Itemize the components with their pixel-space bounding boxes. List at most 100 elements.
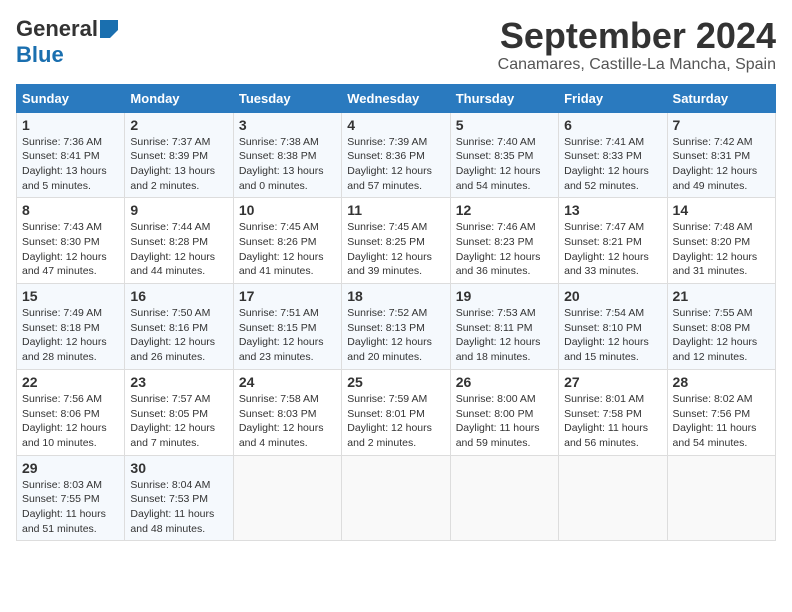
- column-header-friday: Friday: [559, 84, 667, 112]
- day-number: 3: [239, 117, 336, 133]
- calendar-cell: 26 Sunrise: 8:00 AM Sunset: 8:00 PM Dayli…: [450, 369, 558, 455]
- page-header: General Blue September 2024 Canamares, C…: [16, 16, 776, 74]
- title-block: September 2024 Canamares, Castille-La Ma…: [498, 16, 776, 74]
- day-number: 8: [22, 202, 119, 218]
- calendar-cell: [450, 455, 558, 541]
- day-number: 10: [239, 202, 336, 218]
- calendar-week-row: 8Sunrise: 7:43 AM Sunset: 8:30 PM Daylig…: [17, 198, 776, 284]
- calendar-cell: 15Sunrise: 7:49 AM Sunset: 8:18 PM Dayli…: [17, 284, 125, 370]
- logo: General Blue: [16, 16, 118, 68]
- day-info: Sunrise: 7:45 AM Sunset: 8:26 PM Dayligh…: [239, 220, 336, 279]
- calendar-cell: 4Sunrise: 7:39 AM Sunset: 8:36 PM Daylig…: [342, 112, 450, 198]
- calendar-cell: 24Sunrise: 7:58 AM Sunset: 8:03 PM Dayli…: [233, 369, 341, 455]
- calendar-cell: 22Sunrise: 7:56 AM Sunset: 8:06 PM Dayli…: [17, 369, 125, 455]
- calendar-cell: 8Sunrise: 7:43 AM Sunset: 8:30 PM Daylig…: [17, 198, 125, 284]
- day-number: 17: [239, 288, 336, 304]
- column-header-wednesday: Wednesday: [342, 84, 450, 112]
- day-number: 22: [22, 374, 119, 390]
- day-number: 23: [130, 374, 227, 390]
- logo-general-text: General: [16, 16, 98, 42]
- day-info: Sunrise: 7:42 AM Sunset: 8:31 PM Dayligh…: [673, 135, 770, 194]
- column-header-saturday: Saturday: [667, 84, 775, 112]
- day-info: Sunrise: 7:54 AM Sunset: 8:10 PM Dayligh…: [564, 306, 661, 365]
- day-info: Sunrise: 8:01 AM Sunset: 7:58 PM Dayligh…: [564, 392, 661, 451]
- calendar-cell: 3Sunrise: 7:38 AM Sunset: 8:38 PM Daylig…: [233, 112, 341, 198]
- calendar-cell: 13 Sunrise: 7:47 AM Sunset: 8:21 PM Dayli…: [559, 198, 667, 284]
- day-number: 13: [564, 202, 661, 218]
- day-info: Sunrise: 7:37 AM Sunset: 8:39 PM Dayligh…: [130, 135, 227, 194]
- calendar-cell: 11 Sunrise: 7:45 AM Sunset: 8:25 PM Dayli…: [342, 198, 450, 284]
- calendar-week-row: 29 Sunrise: 8:03 AM Sunset: 7:55 PM Dayli…: [17, 455, 776, 541]
- day-number: 9: [130, 202, 227, 218]
- calendar-table: SundayMondayTuesdayWednesdayThursdayFrid…: [16, 84, 776, 542]
- day-number: 25: [347, 374, 444, 390]
- calendar-week-row: 22Sunrise: 7:56 AM Sunset: 8:06 PM Dayli…: [17, 369, 776, 455]
- day-number: 6: [564, 117, 661, 133]
- day-info: Sunrise: 8:00 AM Sunset: 8:00 PM Dayligh…: [456, 392, 553, 451]
- day-number: 7: [673, 117, 770, 133]
- column-header-monday: Monday: [125, 84, 233, 112]
- calendar-cell: 6 Sunrise: 7:41 AM Sunset: 8:33 PM Daylig…: [559, 112, 667, 198]
- day-info: Sunrise: 7:48 AM Sunset: 8:20 PM Dayligh…: [673, 220, 770, 279]
- calendar-week-row: 1 Sunrise: 7:36 AM Sunset: 8:41 PM Daylig…: [17, 112, 776, 198]
- day-number: 4: [347, 117, 444, 133]
- calendar-cell: 29 Sunrise: 8:03 AM Sunset: 7:55 PM Dayli…: [17, 455, 125, 541]
- calendar-cell: 1 Sunrise: 7:36 AM Sunset: 8:41 PM Daylig…: [17, 112, 125, 198]
- day-info: Sunrise: 7:51 AM Sunset: 8:15 PM Dayligh…: [239, 306, 336, 365]
- calendar-cell: 21Sunrise: 7:55 AM Sunset: 8:08 PM Dayli…: [667, 284, 775, 370]
- day-info: Sunrise: 7:59 AM Sunset: 8:01 PM Dayligh…: [347, 392, 444, 451]
- calendar-cell: 19 Sunrise: 7:53 AM Sunset: 8:11 PM Dayli…: [450, 284, 558, 370]
- location-text: Canamares, Castille-La Mancha, Spain: [498, 56, 776, 74]
- day-number: 12: [456, 202, 553, 218]
- day-number: 18: [347, 288, 444, 304]
- calendar-cell: 23 Sunrise: 7:57 AM Sunset: 8:05 PM Dayli…: [125, 369, 233, 455]
- column-header-thursday: Thursday: [450, 84, 558, 112]
- day-number: 26: [456, 374, 553, 390]
- calendar-cell: 18 Sunrise: 7:52 AM Sunset: 8:13 PM Dayli…: [342, 284, 450, 370]
- column-header-sunday: Sunday: [17, 84, 125, 112]
- day-info: Sunrise: 8:04 AM Sunset: 7:53 PM Dayligh…: [130, 478, 227, 537]
- day-info: Sunrise: 7:41 AM Sunset: 8:33 PM Dayligh…: [564, 135, 661, 194]
- logo-icon: [100, 20, 118, 38]
- calendar-cell: 16 Sunrise: 7:50 AM Sunset: 8:16 PM Dayli…: [125, 284, 233, 370]
- day-info: Sunrise: 7:53 AM Sunset: 8:11 PM Dayligh…: [456, 306, 553, 365]
- day-number: 11: [347, 202, 444, 218]
- calendar-cell: 27 Sunrise: 8:01 AM Sunset: 7:58 PM Dayli…: [559, 369, 667, 455]
- calendar-header-row: SundayMondayTuesdayWednesdayThursdayFrid…: [17, 84, 776, 112]
- day-info: Sunrise: 7:57 AM Sunset: 8:05 PM Dayligh…: [130, 392, 227, 451]
- calendar-cell: 30Sunrise: 8:04 AM Sunset: 7:53 PM Dayli…: [125, 455, 233, 541]
- day-number: 27: [564, 374, 661, 390]
- calendar-cell: 20Sunrise: 7:54 AM Sunset: 8:10 PM Dayli…: [559, 284, 667, 370]
- day-number: 5: [456, 117, 553, 133]
- calendar-cell: [233, 455, 341, 541]
- month-title: September 2024: [498, 16, 776, 56]
- day-info: Sunrise: 7:45 AM Sunset: 8:25 PM Dayligh…: [347, 220, 444, 279]
- day-number: 14: [673, 202, 770, 218]
- calendar-cell: 5Sunrise: 7:40 AM Sunset: 8:35 PM Daylig…: [450, 112, 558, 198]
- day-info: Sunrise: 7:52 AM Sunset: 8:13 PM Dayligh…: [347, 306, 444, 365]
- calendar-week-row: 15Sunrise: 7:49 AM Sunset: 8:18 PM Dayli…: [17, 284, 776, 370]
- day-info: Sunrise: 7:47 AM Sunset: 8:21 PM Dayligh…: [564, 220, 661, 279]
- day-number: 21: [673, 288, 770, 304]
- calendar-cell: 9 Sunrise: 7:44 AM Sunset: 8:28 PM Daylig…: [125, 198, 233, 284]
- calendar-cell: 10 Sunrise: 7:45 AM Sunset: 8:26 PM Dayli…: [233, 198, 341, 284]
- logo-blue-text: Blue: [16, 42, 64, 67]
- day-info: Sunrise: 7:36 AM Sunset: 8:41 PM Dayligh…: [22, 135, 119, 194]
- calendar-cell: [667, 455, 775, 541]
- day-number: 24: [239, 374, 336, 390]
- day-number: 19: [456, 288, 553, 304]
- day-info: Sunrise: 7:44 AM Sunset: 8:28 PM Dayligh…: [130, 220, 227, 279]
- calendar-cell: 14 Sunrise: 7:48 AM Sunset: 8:20 PM Dayli…: [667, 198, 775, 284]
- calendar-cell: [559, 455, 667, 541]
- day-number: 1: [22, 117, 119, 133]
- day-info: Sunrise: 8:02 AM Sunset: 7:56 PM Dayligh…: [673, 392, 770, 451]
- calendar-cell: 28Sunrise: 8:02 AM Sunset: 7:56 PM Dayli…: [667, 369, 775, 455]
- day-number: 16: [130, 288, 227, 304]
- day-number: 29: [22, 460, 119, 476]
- calendar-cell: 25 Sunrise: 7:59 AM Sunset: 8:01 PM Dayli…: [342, 369, 450, 455]
- day-info: Sunrise: 7:50 AM Sunset: 8:16 PM Dayligh…: [130, 306, 227, 365]
- calendar-cell: 12Sunrise: 7:46 AM Sunset: 8:23 PM Dayli…: [450, 198, 558, 284]
- day-info: Sunrise: 8:03 AM Sunset: 7:55 PM Dayligh…: [22, 478, 119, 537]
- calendar-cell: 17 Sunrise: 7:51 AM Sunset: 8:15 PM Dayli…: [233, 284, 341, 370]
- calendar-cell: 2Sunrise: 7:37 AM Sunset: 8:39 PM Daylig…: [125, 112, 233, 198]
